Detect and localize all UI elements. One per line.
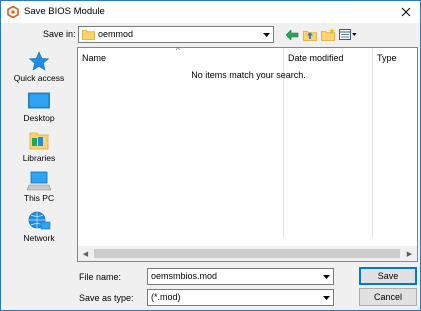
new-folder-button[interactable] xyxy=(319,26,337,43)
close-button[interactable] xyxy=(392,1,420,23)
save-in-value: oemmod xyxy=(98,29,134,39)
place-label: Quick access xyxy=(13,73,65,83)
place-label: Network xyxy=(23,233,55,243)
folder-icon xyxy=(82,30,95,40)
scrollbar-thumb[interactable] xyxy=(94,249,400,258)
up-folder-button[interactable] xyxy=(301,26,319,43)
column-header-type[interactable]: Type xyxy=(373,48,419,68)
libraries-icon xyxy=(29,132,49,150)
place-label: This PC xyxy=(23,193,55,203)
column-label: Name xyxy=(82,53,107,63)
horizontal-scrollbar[interactable]: ◀ ▶ xyxy=(78,246,417,261)
column-label: Type xyxy=(377,53,397,63)
save-as-type-value: (*.mod) xyxy=(151,292,181,302)
view-menu-button[interactable] xyxy=(337,26,359,43)
save-as-type-label: Save as type: xyxy=(79,293,134,303)
save-button[interactable]: Save xyxy=(359,267,417,285)
save-dialog: Save BIOS Module Save in: oemmod Quick a… xyxy=(0,0,421,311)
column-header-date[interactable]: Date modified xyxy=(284,48,372,68)
new-folder-icon xyxy=(320,28,335,41)
places-bar: Quick access Desktop Libraries This PC N… xyxy=(5,47,73,257)
network-icon xyxy=(28,211,51,230)
title-bar: Save BIOS Module xyxy=(1,1,420,23)
file-name-field[interactable]: oemsmbios.mod xyxy=(147,268,334,285)
place-label: Desktop xyxy=(23,113,55,123)
back-arrow-icon xyxy=(285,29,298,40)
up-folder-icon xyxy=(303,30,317,41)
view-menu-icon xyxy=(339,29,357,40)
column-header-name[interactable]: Name xyxy=(78,48,283,68)
place-label: Libraries xyxy=(22,153,56,163)
chevron-down-icon[interactable] xyxy=(319,290,333,305)
empty-message: No items match your search. xyxy=(191,70,306,80)
star-icon xyxy=(28,51,50,71)
computer-icon xyxy=(27,171,51,191)
chevron-down-icon[interactable] xyxy=(259,27,273,42)
place-desktop[interactable]: Desktop xyxy=(5,89,73,127)
window-title: Save BIOS Module xyxy=(24,6,105,17)
column-label: Date modified xyxy=(288,53,344,63)
save-in-label: Save in: xyxy=(43,29,76,39)
back-button[interactable] xyxy=(283,26,301,43)
place-this-pc[interactable]: This PC xyxy=(5,169,73,207)
file-name-value: oemsmbios.mod xyxy=(151,271,218,281)
scroll-left-icon[interactable]: ◀ xyxy=(78,246,93,261)
scroll-right-icon[interactable]: ▶ xyxy=(402,246,417,261)
place-network[interactable]: Network xyxy=(5,209,73,247)
app-icon xyxy=(7,6,19,18)
desktop-icon xyxy=(28,92,50,109)
place-quick-access[interactable]: Quick access xyxy=(5,49,73,87)
close-icon xyxy=(401,7,411,17)
save-as-type-dropdown[interactable]: (*.mod) xyxy=(147,289,334,306)
cancel-button[interactable]: Cancel xyxy=(359,288,417,306)
chevron-down-icon[interactable] xyxy=(319,269,333,284)
place-libraries[interactable]: Libraries xyxy=(5,129,73,167)
file-name-label: File name: xyxy=(79,272,122,282)
save-in-dropdown[interactable]: oemmod xyxy=(78,26,274,43)
file-list[interactable]: ^ Name Date modified Type No items match… xyxy=(77,46,419,262)
